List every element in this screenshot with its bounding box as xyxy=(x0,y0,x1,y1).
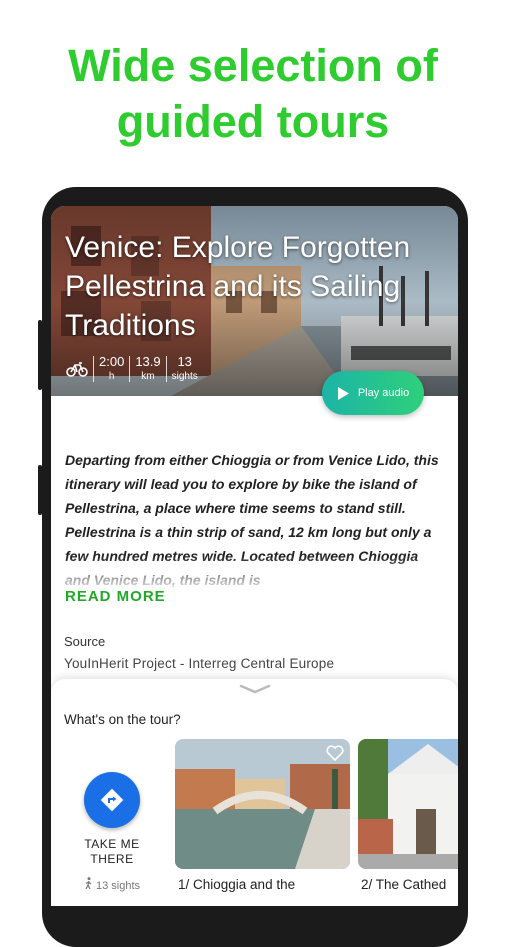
stat-duration-value: 2:00 xyxy=(99,354,125,369)
read-more-link[interactable]: READ MORE xyxy=(65,588,166,605)
directions-icon xyxy=(100,788,124,812)
promo-line-1: Wide selection of xyxy=(68,40,438,91)
stat-sights-value: 13 xyxy=(177,354,192,369)
whats-on-tour-heading: What's on the tour? xyxy=(64,712,181,727)
take-me-there-button[interactable] xyxy=(84,772,140,828)
source-value[interactable]: YouInHerit Project - Interreg Central Eu… xyxy=(64,656,334,671)
sight-card[interactable] xyxy=(358,739,458,869)
take-me-there-label: TAKE ME THERE xyxy=(84,837,140,866)
tour-title: Venice: Explore Forgotten Pellestrina an… xyxy=(65,231,411,342)
sight-caption[interactable]: 1/ Chioggia and the xyxy=(178,877,350,892)
promo-line-2: guided tours xyxy=(116,96,390,147)
stat-sights-unit: sights xyxy=(171,371,198,382)
sights-count: 13 sights xyxy=(70,877,154,892)
stat-distance-unit: km xyxy=(141,371,155,382)
sight-photo xyxy=(175,739,350,869)
sight-caption[interactable]: 2/ The Cathed xyxy=(361,877,458,892)
phone-side-button xyxy=(464,320,468,368)
app-screen: Venice: Explore Forgotten Pellestrina an… xyxy=(51,206,458,906)
stat-sights: 13 sights xyxy=(167,354,203,384)
tour-stats: 2:00 h 13.9 km 13 sights xyxy=(63,351,203,387)
phone-side-button xyxy=(38,465,42,515)
sight-photo xyxy=(358,739,458,869)
chevron-down-icon[interactable] xyxy=(239,684,271,694)
tour-hero-image: Venice: Explore Forgotten Pellestrina an… xyxy=(51,206,458,396)
phone-side-button xyxy=(38,320,42,390)
source-label: Source xyxy=(64,634,106,649)
promo-headline: Wide selection of guided tours xyxy=(0,38,506,150)
walking-person-icon xyxy=(85,877,92,890)
stat-duration: 2:00 h xyxy=(94,354,129,384)
play-icon xyxy=(337,386,349,400)
play-audio-label: Play audio xyxy=(357,387,410,399)
stat-distance: 13.9 km xyxy=(130,354,165,384)
play-audio-button[interactable]: Play audio xyxy=(322,371,424,415)
tour-sights-sheet[interactable]: What's on the tour? TAKE ME THERE 13 sig… xyxy=(51,679,458,906)
sights-count-label: 13 sights xyxy=(96,880,141,892)
sight-card[interactable] xyxy=(175,739,350,869)
heart-icon[interactable] xyxy=(326,745,344,761)
stat-duration-unit: h xyxy=(108,371,115,382)
stat-distance-value: 13.9 xyxy=(135,354,161,369)
bicycle-icon xyxy=(63,355,91,383)
